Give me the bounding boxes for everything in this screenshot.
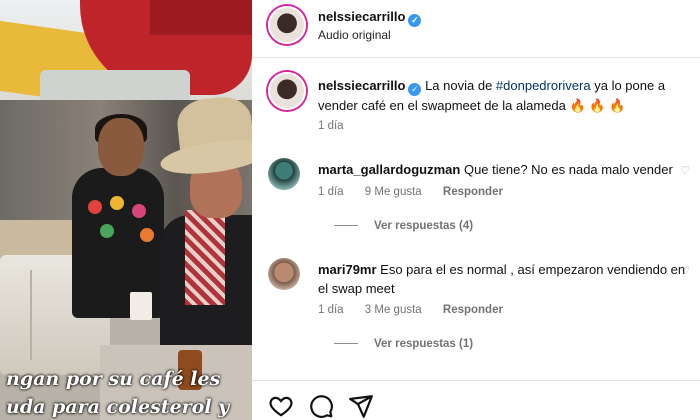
comment-time: 1 día [318,186,344,198]
verified-badge-icon: ✓ [408,14,422,27]
heart-icon[interactable]: ♡ [680,264,690,277]
fire-emoji: 🔥 🔥 🔥 [569,98,626,113]
heart-icon[interactable]: ♡ [680,164,690,177]
comments-panel: nelssiecarrillo ✓ Audio original nelssiec… [252,0,700,420]
reply-button[interactable]: Responder [443,186,503,198]
comment-meta: 1 día 3 Me gusta Responder [318,304,521,316]
post-header: nelssiecarrillo ✓ Audio original [252,0,700,58]
audio-label[interactable]: Audio original [318,28,391,42]
comment-likes[interactable]: 9 Me gusta [365,186,422,198]
view-replies-button[interactable]: Ver respuestas (1) [334,338,473,350]
action-bar [252,380,700,420]
comment-body: Que tiene? No es nada malo vender [463,162,673,177]
header-username-row: nelssiecarrillo ✓ [318,9,422,27]
avatar[interactable] [268,6,306,44]
verified-badge-icon: ✓ [408,83,422,96]
screenshot: ngan por su café les uda para colesterol… [0,0,700,420]
caption-username[interactable]: nelssiecarrillo [318,78,405,93]
avatar[interactable] [268,258,300,290]
coffee-cup [130,292,152,320]
video-caption-line-1: ngan por su café les [6,368,221,390]
reply-button[interactable]: Responder [443,304,503,316]
video-caption-line-2: uda para colesterol y [6,396,230,418]
comment-username[interactable]: mari79mr [318,262,377,277]
comment-text: mari79mr Eso para el es normal , así emp… [318,260,698,298]
avatar[interactable] [268,72,306,110]
caption-text: nelssiecarrillo ✓ La novia de #donpedrori… [318,76,698,115]
comment-text: marta_gallardoguzman Que tiene? No es na… [318,160,698,179]
comment-username[interactable]: marta_gallardoguzman [318,162,460,177]
comment-meta: 1 día 9 Me gusta Responder [318,186,521,198]
comment-icon[interactable] [308,393,334,419]
caption-text-before: La novia de [425,78,496,93]
heart-icon[interactable] [268,393,294,419]
caption-mention[interactable]: #donpedrorivera [496,78,591,93]
share-icon[interactable] [348,393,374,419]
view-replies-button[interactable]: Ver respuestas (4) [334,220,473,232]
caption-time: 1 día [318,120,344,132]
comment-likes[interactable]: 3 Me gusta [365,304,422,316]
header-username[interactable]: nelssiecarrillo [318,9,405,24]
avatar[interactable] [268,158,300,190]
caption-meta: 1 día [318,120,362,132]
video-frame[interactable]: ngan por su café les uda para colesterol… [0,0,252,420]
comment-time: 1 día [318,304,344,316]
